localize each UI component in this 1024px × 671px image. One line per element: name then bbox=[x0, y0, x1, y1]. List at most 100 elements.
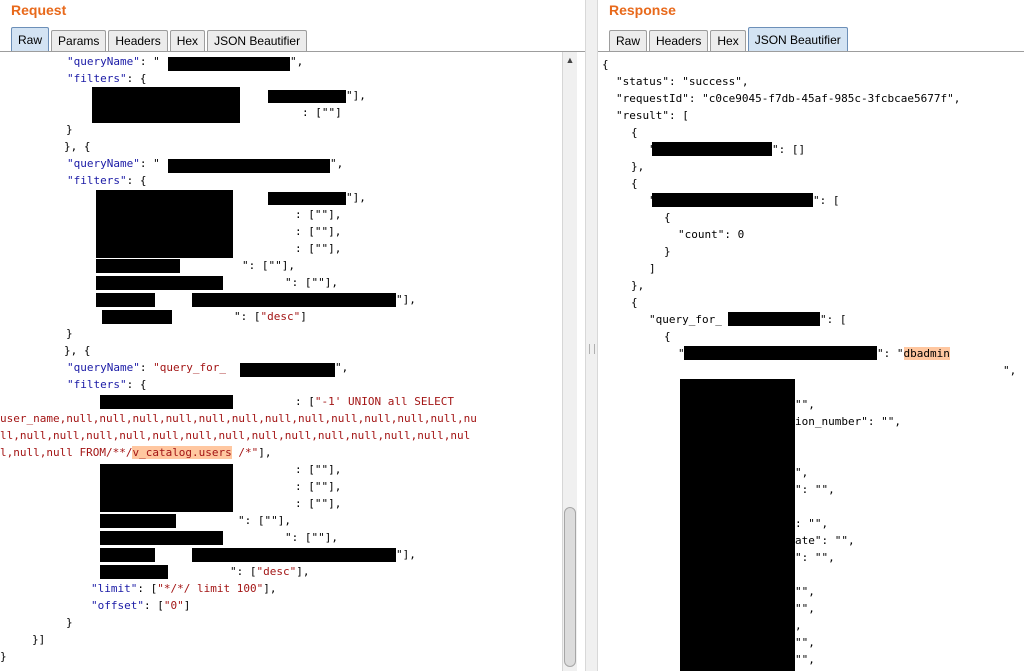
scroll-thumb[interactable] bbox=[564, 507, 576, 667]
code-line-tail: "], bbox=[346, 191, 366, 204]
response-tab-json-beautifier[interactable]: JSON Beautifier bbox=[747, 27, 848, 51]
response-panel: Response Raw Headers Hex JSON Beautifier… bbox=[598, 0, 1024, 671]
code-line: "result": [ bbox=[616, 109, 689, 122]
code-line: ": [" bbox=[217, 293, 251, 306]
code-line: } bbox=[664, 245, 671, 258]
scroll-up-arrow-icon[interactable]: ▲ bbox=[565, 55, 575, 65]
redaction bbox=[168, 159, 330, 173]
request-tab-params[interactable]: Params bbox=[51, 30, 107, 51]
redaction bbox=[96, 190, 233, 258]
code-line: : [""], bbox=[295, 497, 342, 510]
redaction bbox=[168, 57, 290, 71]
code-line: : [""], bbox=[295, 208, 342, 221]
code-line: ion_number": "", bbox=[795, 415, 901, 428]
code-line-tail: ": "dbadmin bbox=[877, 347, 950, 360]
code-line: ": ["desc"], bbox=[230, 565, 310, 578]
code-line: }, bbox=[631, 160, 645, 173]
code-line: "", bbox=[795, 653, 815, 666]
code-line: " bbox=[649, 194, 656, 207]
code-line: : [" bbox=[302, 89, 329, 102]
redaction bbox=[680, 379, 795, 671]
code-line: "queryName": "query_for_ bbox=[67, 361, 226, 374]
code-line: ": [""], bbox=[285, 531, 338, 544]
code-line: "queryName": " bbox=[67, 157, 160, 170]
code-line: }] bbox=[32, 633, 46, 646]
redaction bbox=[684, 346, 877, 360]
redaction bbox=[728, 312, 820, 326]
code-line: " bbox=[678, 347, 685, 360]
response-body-viewer[interactable]: {"status": "success", "requestId": "c0ce9… bbox=[598, 52, 1024, 671]
code-line: } bbox=[66, 123, 73, 136]
redaction bbox=[96, 276, 223, 290]
code-line: "query_for_ bbox=[649, 313, 722, 326]
code-line: : [" bbox=[295, 191, 322, 204]
redaction bbox=[100, 514, 176, 528]
code-line: ll,null,null,null,null,null,null,null,nu… bbox=[0, 429, 471, 442]
redaction bbox=[96, 259, 180, 273]
code-line-tail: "], bbox=[346, 89, 366, 102]
request-tab-headers[interactable]: Headers bbox=[108, 30, 168, 51]
panel-splitter[interactable] bbox=[585, 0, 598, 671]
redaction bbox=[100, 464, 233, 512]
redaction bbox=[92, 87, 240, 123]
response-tab-raw[interactable]: Raw bbox=[609, 30, 648, 51]
redaction bbox=[652, 193, 813, 207]
code-line: "filters": { bbox=[67, 378, 147, 391]
code-line: { bbox=[602, 58, 609, 71]
code-line: l,null,null FROM/**/v_catalog.users /*"]… bbox=[0, 446, 272, 459]
code-line: } bbox=[66, 616, 73, 629]
request-body-editor[interactable]: "queryName": " ", "filters": {: [" "],: [""… bbox=[0, 52, 560, 671]
request-tab-json-beautifier[interactable]: JSON Beautifier bbox=[207, 30, 308, 51]
redaction bbox=[652, 142, 772, 156]
code-line: ": "", bbox=[795, 483, 835, 496]
response-tabs: Raw Headers Hex JSON Beautifier bbox=[609, 27, 850, 51]
code-line: ": [""], bbox=[238, 514, 291, 527]
code-line: ": ["desc"] bbox=[234, 310, 307, 323]
code-line: : [""] bbox=[302, 106, 342, 119]
response-title: Response bbox=[609, 2, 676, 18]
code-line-tail: ": [ bbox=[813, 194, 840, 207]
code-line: : "", bbox=[795, 517, 829, 530]
code-line: }, { bbox=[64, 344, 91, 357]
code-line: ] bbox=[649, 262, 656, 275]
request-vertical-scrollbar[interactable]: ▲ bbox=[562, 52, 577, 671]
code-line: ": [" bbox=[217, 548, 251, 561]
code-line: } bbox=[0, 650, 7, 663]
code-line: "limit": ["*/*/ limit 100"], bbox=[91, 582, 277, 595]
code-line: }, { bbox=[64, 140, 91, 153]
code-line: user_name,null,null,null,null,null,null,… bbox=[0, 412, 477, 425]
code-line: ": "", bbox=[795, 551, 835, 564]
code-line: ", bbox=[795, 466, 809, 479]
redaction bbox=[96, 293, 155, 307]
code-line: { bbox=[664, 211, 671, 224]
request-tab-raw[interactable]: Raw bbox=[11, 27, 50, 51]
code-line-tail: ": [ bbox=[820, 313, 847, 326]
redaction bbox=[102, 310, 172, 324]
code-line-tail: ", bbox=[335, 361, 349, 374]
code-line: " bbox=[649, 143, 656, 156]
code-line: "", bbox=[795, 602, 815, 615]
code-line: { bbox=[664, 330, 671, 343]
request-tabs: Raw Params Headers Hex JSON Beautifier bbox=[11, 27, 309, 51]
response-tab-hex[interactable]: Hex bbox=[710, 30, 746, 51]
code-line-tail: "], bbox=[396, 293, 416, 306]
code-line: "", bbox=[795, 398, 815, 411]
redaction bbox=[100, 565, 168, 579]
code-line: { bbox=[631, 296, 638, 309]
code-line: { bbox=[631, 177, 638, 190]
code-line-tail: ", bbox=[330, 157, 344, 170]
code-line: "filters": { bbox=[67, 72, 147, 85]
code-line: : [""], bbox=[295, 463, 342, 476]
redaction bbox=[100, 548, 155, 562]
response-tab-headers[interactable]: Headers bbox=[649, 30, 709, 51]
code-line: : [""], bbox=[295, 480, 342, 493]
code-line: "requestId": "c0ce9045-f7db-45af-985c-3f… bbox=[616, 92, 961, 105]
splitter-grip-icon bbox=[589, 344, 595, 354]
code-line: "", bbox=[795, 585, 815, 598]
code-line-tail: ": [] bbox=[772, 143, 806, 156]
code-line: "", bbox=[795, 636, 815, 649]
code-line-tail: "], bbox=[396, 548, 416, 561]
code-line: "offset": ["0"] bbox=[91, 599, 191, 612]
code-line: "filters": { bbox=[67, 174, 147, 187]
request-tab-hex[interactable]: Hex bbox=[169, 30, 206, 51]
